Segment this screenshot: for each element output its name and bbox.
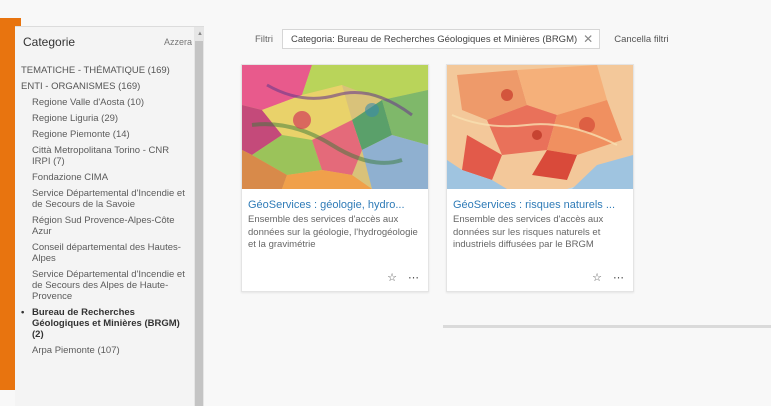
reset-link[interactable]: Azzera [164,37,192,47]
card-title[interactable]: GéoServices : risques naturels ... [453,199,627,211]
more-icon[interactable]: ⋯ [408,271,419,284]
category-list: TEMATICHE - THÉMATIQUE (169) ENTI - ORGA… [15,63,194,359]
filters-label: Filtri [255,33,273,45]
card-thumbnail[interactable] [447,65,633,189]
category-item-hautes-alpes[interactable]: Conseil départemental des Hautes-Alpes [15,240,194,267]
sidebar-scrollbar[interactable]: ▲ [194,27,204,406]
category-item-liguria[interactable]: Regione Liguria (29) [15,111,194,127]
description-fade [453,252,627,261]
result-card: GéoServices : géologie, hydro... Ensembl… [241,64,429,292]
card-thumbnail[interactable] [242,65,428,189]
category-item-sdis-savoie[interactable]: Service Départemental d'Incendie et de S… [15,186,194,213]
scroll-up-icon[interactable]: ▲ [197,31,203,37]
category-item-arpa-piemonte[interactable]: Arpa Piemonte (107) [15,343,194,359]
more-icon[interactable]: ⋯ [613,271,624,284]
result-card: GéoServices : risques naturels ... Ensem… [446,64,634,292]
sidebar-title: Categorie [23,35,76,49]
star-icon[interactable]: ☆ [387,271,397,284]
category-item-brgm-label: Bureau de Recherches Géologiques et Mini… [32,307,180,340]
card-title[interactable]: GéoServices : géologie, hydro... [248,199,422,211]
category-item-cima[interactable]: Fondazione CIMA [15,170,194,186]
category-item-torino-cnr[interactable]: Città Metropolitana Torino - CNR IRPI (7… [15,143,194,170]
star-icon[interactable]: ☆ [592,271,602,284]
horizontal-scrollbar[interactable] [443,325,771,328]
filter-bar: Filtri Categoria: Bureau de Recherches G… [255,29,669,49]
sidebar-header: Categorie Azzera [15,27,204,57]
active-filter-chip[interactable]: Categoria: Bureau de Recherches Géologiq… [281,29,601,49]
card-actions: ☆ ⋯ [387,271,419,284]
close-icon[interactable]: ✕ [583,33,593,45]
card-description: Ensemble des services d'accès aux donnée… [453,214,604,250]
category-sidebar: Categorie Azzera TEMATICHE - THÉMATIQUE … [15,26,204,406]
category-item-brgm[interactable]: • Bureau de Recherches Géologiques et Mi… [15,305,194,343]
category-item-sdis-ahp[interactable]: Service Départemental d'Incendie et de S… [15,267,194,305]
category-item-tematiche[interactable]: TEMATICHE - THÉMATIQUE (169) [15,63,194,79]
scrollbar-thumb[interactable] [195,41,203,406]
selected-bullet-icon: • [21,307,25,318]
card-description: Ensemble des services d'accès aux donnée… [248,214,418,250]
category-item-valle-aosta[interactable]: Regione Valle d'Aosta (10) [15,95,194,111]
description-fade [248,252,422,261]
filter-chip-label: Categoria: Bureau de Recherches Géologiq… [290,33,578,45]
card-actions: ☆ ⋯ [592,271,624,284]
clear-filters-link[interactable]: Cancella filtri [614,34,668,45]
category-item-region-sud[interactable]: Région Sud Provence-Alpes-Côte Azur [15,213,194,240]
category-item-piemonte[interactable]: Regione Piemonte (14) [15,127,194,143]
category-item-enti[interactable]: ENTI - ORGANISMES (169) [15,79,194,95]
